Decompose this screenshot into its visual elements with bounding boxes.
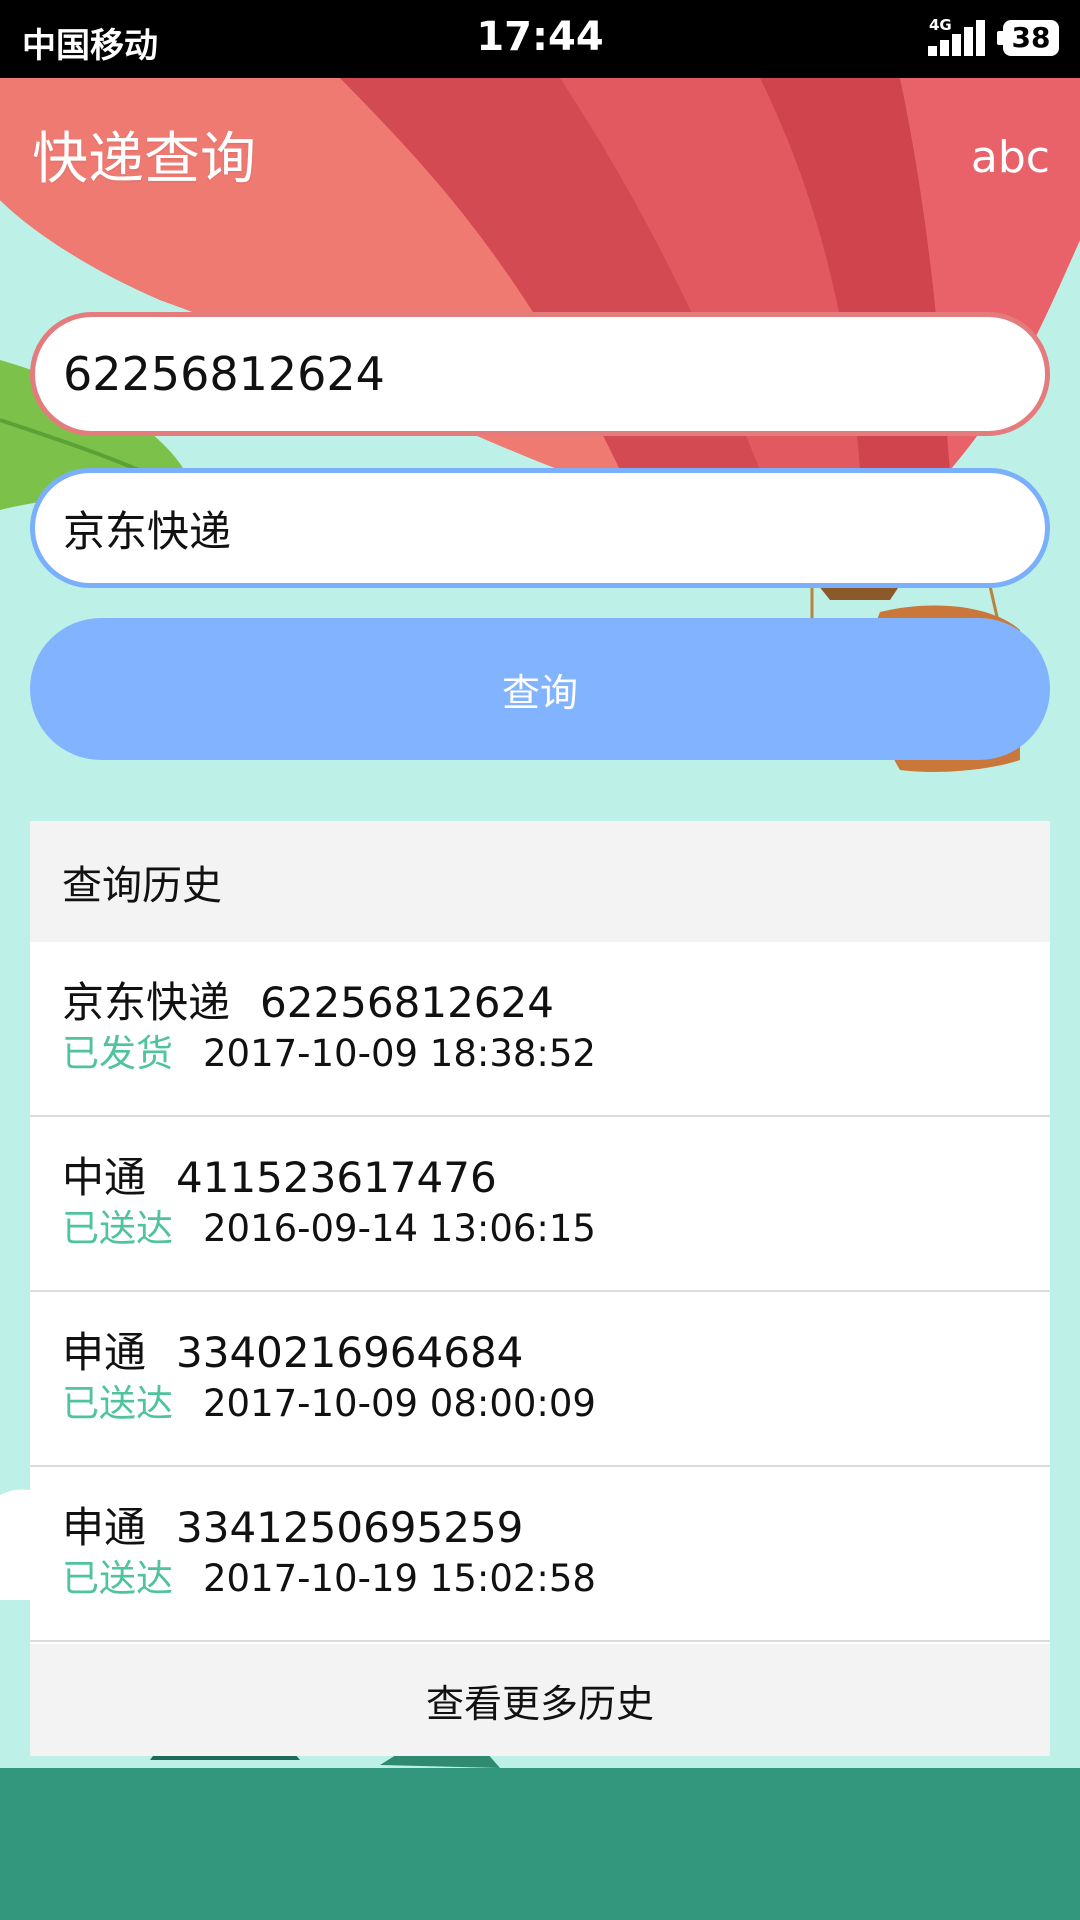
history-item[interactable]: 申通 3341250695259 已送达 2017-10-19 15:02:58 (30, 1467, 1050, 1642)
ground-strip (0, 1768, 1080, 1920)
tracking-number-value: 62256812624 (63, 347, 385, 401)
history-item-time: 2017-10-19 15:02:58 (203, 1557, 596, 1600)
view-more-history-label: 查看更多历史 (425, 1681, 654, 1726)
courier-company-value: 京东快递 (63, 506, 232, 556)
status-time: 17:44 (476, 14, 604, 60)
history-item-status: 已送达 (62, 1557, 173, 1600)
history-item-company: 京东快递 (62, 978, 231, 1027)
history-item-company: 中通 (62, 1153, 147, 1202)
signal-icon (928, 20, 985, 56)
history-item-number: 411523617476 (176, 1153, 497, 1202)
history-item-status: 已送达 (62, 1382, 173, 1425)
history-item-company: 申通 (62, 1328, 147, 1377)
app-screen: 中国移动 17:44 4G 38 快递查询 abc 62256812624 京东… (0, 0, 1080, 1920)
history-item-company: 申通 (62, 1503, 147, 1552)
battery-icon: 38 (997, 20, 1059, 56)
history-item-time: 2017-10-09 18:38:52 (203, 1032, 596, 1075)
header-right-text[interactable]: abc (971, 132, 1050, 183)
courier-company-select[interactable]: 京东快递 (30, 468, 1050, 588)
history-item[interactable]: 申通 3340216964684 已送达 2017-10-09 08:00:09 (30, 1292, 1050, 1467)
page-title: 快递查询 (32, 127, 256, 192)
tracking-number-input[interactable]: 62256812624 (30, 312, 1050, 436)
query-button[interactable]: 查询 (30, 618, 1050, 760)
battery-level: 38 (1011, 21, 1051, 54)
history-item-time: 2017-10-09 08:00:09 (203, 1382, 596, 1425)
history-item-number: 3341250695259 (176, 1503, 524, 1552)
history-item-status: 已送达 (62, 1207, 173, 1250)
query-button-label: 查询 (501, 670, 578, 715)
history-item-status: 已发货 (62, 1032, 173, 1075)
history-item-number: 3340216964684 (176, 1328, 524, 1377)
history-item-number: 62256812624 (260, 978, 554, 1027)
history-item[interactable]: 中通 411523617476 已送达 2016-09-14 13:06:15 (30, 1117, 1050, 1292)
view-more-history-button[interactable]: 查看更多历史 (30, 1644, 1050, 1756)
history-title: 查询历史 (30, 821, 1050, 942)
status-bar: 中国移动 17:44 4G 38 (0, 0, 1080, 78)
history-item[interactable]: 京东快递 62256812624 已发货 2017-10-09 18:38:52 (30, 942, 1050, 1117)
history-item-time: 2016-09-14 13:06:15 (203, 1207, 596, 1250)
query-history-card: 查询历史 京东快递 62256812624 已发货 2017-10-09 18:38… (30, 821, 1050, 1756)
